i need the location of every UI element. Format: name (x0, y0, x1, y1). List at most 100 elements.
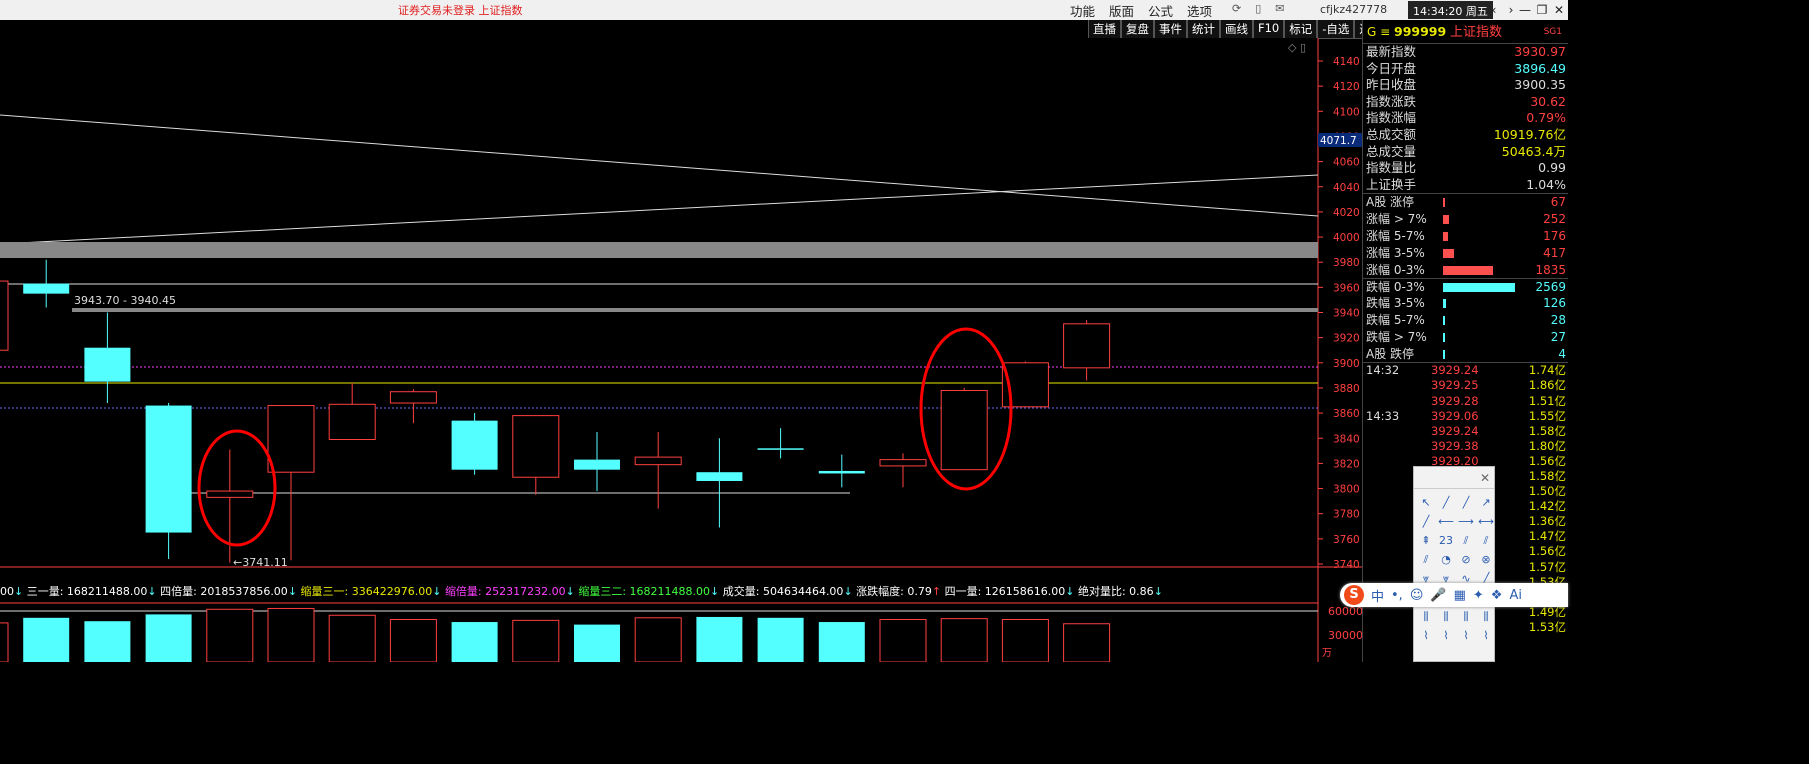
volume-bar (145, 614, 192, 662)
price-tick-label: 4040 (1333, 182, 1360, 194)
user-account[interactable]: cfjkz427778 (1320, 3, 1387, 16)
drawing-tool-icon[interactable]: ↗ (1476, 493, 1496, 512)
drawing-tool-icon[interactable]: ⫽ (1456, 531, 1476, 550)
tick-price: 3929.24 (1431, 363, 1479, 378)
candle-body (574, 459, 620, 470)
indicator-arrow: ↓ (1065, 585, 1074, 598)
drawing-tool-icon[interactable]: ⟵ (1436, 512, 1456, 531)
range-band (72, 308, 1318, 312)
drawing-tool-icon[interactable]: ⫽ (1416, 550, 1436, 569)
close-button[interactable]: ✕ (1548, 0, 1570, 20)
breadth-count: 176 (1543, 228, 1566, 243)
drawing-tool-icon[interactable]: ⫼ (1436, 607, 1456, 626)
indicator-value: 缩量三二: 168211488.00 (578, 585, 710, 598)
breadth-bar (1443, 332, 1445, 342)
tick-volume: 1.51亿 (1528, 393, 1566, 408)
ime-logo[interactable]: S (1344, 585, 1364, 605)
drawing-tool-icon[interactable]: ⇞ (1416, 531, 1436, 550)
mail-icon[interactable]: ✉ (1275, 2, 1284, 15)
ime-toolbox-icon[interactable]: ❖ (1491, 588, 1503, 603)
tick-row: 3929.24 1.58亿 (1363, 424, 1568, 439)
close-icon[interactable]: ✕ (1480, 471, 1490, 485)
candle[interactable] (940, 387, 988, 471)
phone-icon[interactable]: ▯ (1255, 2, 1261, 15)
title-icons: ⟳ ▯ ✉ (1232, 2, 1285, 15)
drawing-tool-icon[interactable]: ⫽ (1476, 531, 1496, 550)
drawing-tool-icon[interactable]: ⌇ (1416, 626, 1436, 645)
quote-row: 昨日收盘 3900.35 (1363, 77, 1568, 94)
quote-value: 3900.35 (1514, 77, 1566, 93)
ime-punct-icon[interactable]: •, (1391, 588, 1403, 603)
drawing-tool-icon[interactable]: ⟷ (1476, 512, 1496, 531)
indicator-arrow: ↓ (710, 585, 719, 598)
index-code: 999999 (1394, 24, 1447, 39)
menu-function[interactable]: 功能 (1070, 1, 1095, 20)
menu-formula[interactable]: 公式 (1148, 1, 1173, 20)
price-tick-label: 3920 (1333, 333, 1360, 345)
price-tick-label: 3740 (1333, 559, 1360, 571)
volume-bar (879, 619, 927, 663)
tick-volume: 1.36亿 (1528, 514, 1566, 529)
drawing-tool-icon[interactable]: ⟶ (1456, 512, 1476, 531)
ime-emoji-icon[interactable]: ☺ (1410, 588, 1424, 603)
quote-row: 今日开盘 3896.49 (1363, 61, 1568, 78)
drawing-tool-icon[interactable]: ╱ (1456, 493, 1476, 512)
indicator-value: 成交量: 504634464.00 (723, 584, 844, 598)
quote-row: 上证换手 1.04% (1363, 177, 1568, 194)
quote-title[interactable]: G ≡ 999999 上证指数 SG1 (1363, 20, 1568, 44)
ime-lang-icon[interactable]: 中 (1371, 586, 1384, 605)
drawing-tool-icon[interactable]: ↖ (1416, 493, 1436, 512)
ime-ai-icon[interactable]: Ai (1509, 588, 1522, 603)
menu-layout[interactable]: 版面 (1109, 1, 1134, 20)
ime-skin-icon[interactable]: ✦ (1473, 588, 1484, 603)
price-tick-label: 4000 (1333, 232, 1360, 244)
breadth-count: 2569 (1535, 280, 1566, 295)
drawing-tool-icon[interactable]: ⫼ (1456, 607, 1476, 626)
breadth-label: 涨幅 3-5% (1366, 245, 1425, 260)
ime-voice-icon[interactable]: 🎤 (1430, 588, 1446, 603)
breadth-label: 跌幅 > 7% (1366, 329, 1427, 344)
candle[interactable] (451, 413, 498, 475)
volume-bar (389, 619, 437, 663)
drawing-tool-icon[interactable]: ⫼ (1416, 607, 1436, 626)
tick-price: 3929.25 (1431, 378, 1479, 393)
drawing-tool-icon[interactable]: ◔ (1436, 550, 1456, 569)
drawing-tool-icon[interactable]: ⌇ (1436, 626, 1456, 645)
drawing-tool-icon[interactable]: ╱ (1416, 512, 1436, 531)
volume-bar (84, 621, 131, 662)
refresh-icon[interactable]: ⟳ (1232, 2, 1241, 15)
breadth-count: 27 (1550, 329, 1566, 344)
tick-volume: 1.74亿 (1528, 363, 1566, 378)
low-label: ←3741.11 (233, 556, 288, 569)
volume-bar (757, 617, 804, 662)
quote-list: 最新指数 3930.97 今日开盘 3896.49 昨日收盘 3900.35 指数涨跌 30.… (1363, 44, 1568, 193)
price-tick-label: 3820 (1333, 458, 1360, 470)
drawing-tool-icon[interactable]: ⊘ (1456, 550, 1476, 569)
candle[interactable] (0, 280, 9, 351)
quote-label: 今日开盘 (1366, 60, 1417, 76)
indicator-arrow: ↓ (843, 585, 852, 598)
quote-label: 最新指数 (1366, 44, 1417, 59)
menu-options[interactable]: 选项 (1187, 1, 1212, 20)
quote-label: 上证换手 (1366, 176, 1417, 192)
drawing-tool-icon[interactable]: 23 (1436, 531, 1456, 550)
drawing-tool-icon[interactable]: ⌇ (1476, 626, 1496, 645)
tick-price: 3929.06 (1431, 408, 1479, 423)
candle-body (328, 403, 376, 441)
volume-bar (940, 618, 988, 663)
resistance-band (0, 242, 1318, 258)
breadth-row: A股 跌停 4 (1363, 346, 1568, 363)
breadth-label: 涨幅 > 7% (1366, 212, 1427, 227)
main-menu: 功能 版面 公式 选项 (1070, 1, 1212, 20)
drawing-tool-icon[interactable]: ╱ (1436, 493, 1456, 512)
breadth-row: 跌幅 3-5% 126 (1363, 295, 1568, 312)
candle-body (1063, 323, 1111, 369)
drawing-tool-icon[interactable]: ⊗ (1476, 550, 1496, 569)
kline-chart-svg[interactable]: ◇ ▯ 3943.70 - 3940.45 ←3741.11 4140 4120 4… (0, 20, 1363, 663)
drawing-tool-icon[interactable]: ⫼ (1476, 607, 1496, 626)
tick-price: 3929.28 (1431, 393, 1479, 408)
breadth-bar (1443, 215, 1449, 225)
drawing-tool-icon[interactable]: ⌇ (1456, 626, 1476, 645)
ime-keyboard-icon[interactable]: ▦ (1454, 588, 1466, 603)
kline-chart-area[interactable]: ◇ ▯ 3943.70 - 3940.45 ←3741.11 4140 4120 4… (0, 20, 1363, 663)
